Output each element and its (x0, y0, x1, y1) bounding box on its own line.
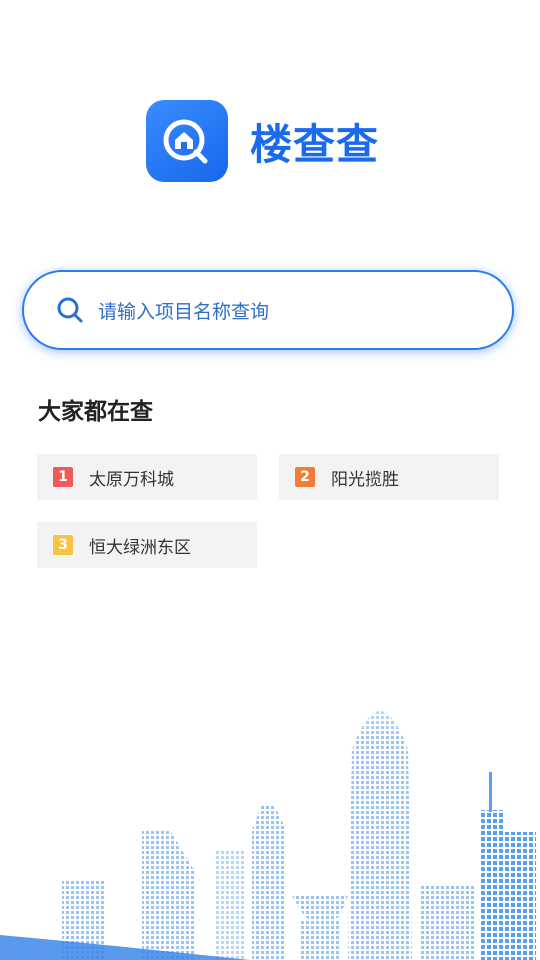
hot-item-label: 阳光揽胜 (331, 469, 399, 490)
rank-badge: 2 (295, 467, 315, 487)
search-input[interactable]: 请输入项目名称查询 (22, 270, 514, 350)
hot-item-2[interactable]: 2 阳光揽胜 (279, 454, 499, 500)
hot-item-label: 恒大绿洲东区 (89, 537, 191, 558)
city-skyline-illustration (0, 680, 540, 960)
app-logo: 楼查查 (146, 100, 379, 182)
search-placeholder: 请输入项目名称查询 (98, 300, 270, 323)
hot-item-1[interactable]: 1 太原万科城 (37, 454, 257, 500)
hot-item-label: 太原万科城 (89, 469, 174, 490)
house-search-icon (146, 100, 228, 182)
hot-search-title: 大家都在查 (38, 399, 153, 425)
search-icon (56, 296, 84, 324)
app-name: 楼查查 (250, 119, 380, 169)
rank-badge: 3 (53, 535, 73, 555)
hot-item-3[interactable]: 3 恒大绿洲东区 (37, 522, 257, 568)
rank-badge: 1 (53, 467, 73, 487)
